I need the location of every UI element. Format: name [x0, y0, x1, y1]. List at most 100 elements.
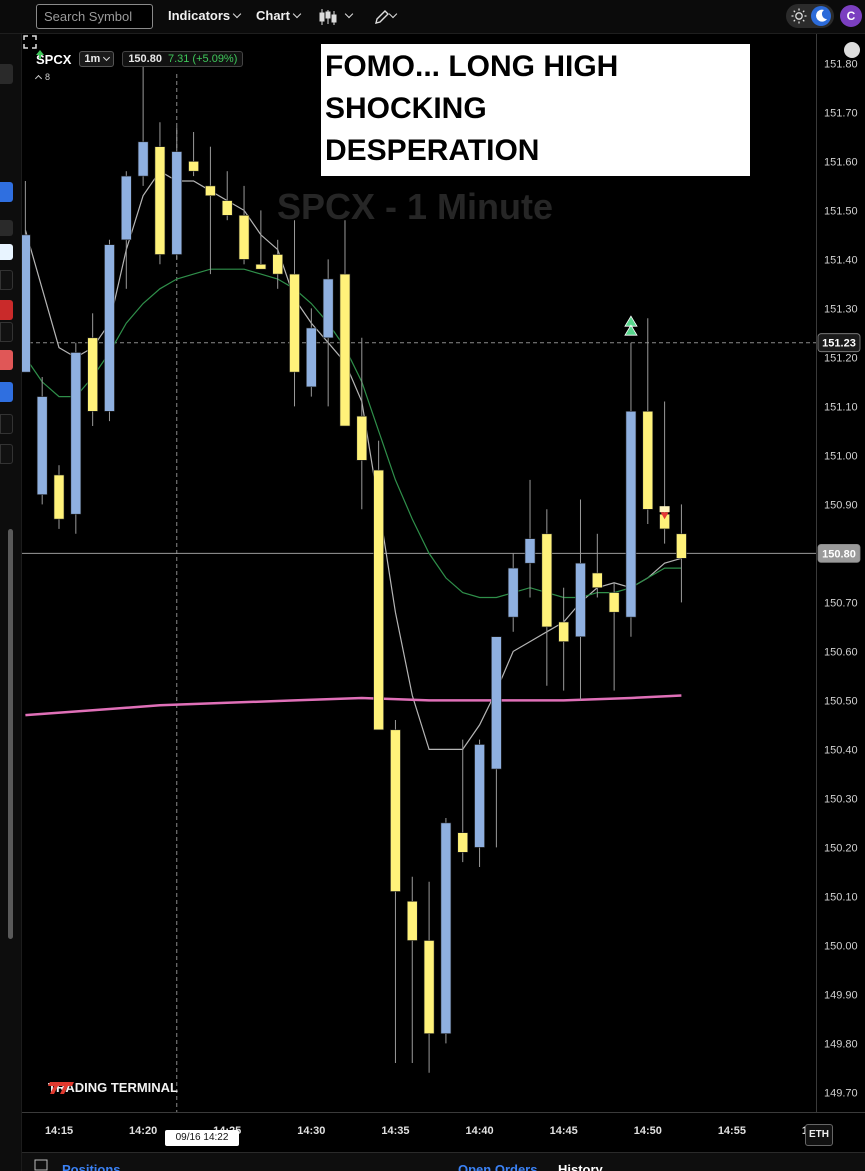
candle: [541, 509, 553, 686]
candle: [137, 63, 149, 186]
indicator-count: 8: [45, 72, 51, 82]
chevron-down-icon: [388, 9, 398, 19]
candle: [625, 342, 637, 637]
price-tick-label: 150.20: [824, 842, 858, 854]
candle: [474, 739, 485, 867]
price-tick-label: 150.30: [824, 793, 858, 805]
price-tick-label: 151.10: [824, 401, 858, 413]
candle: [205, 146, 216, 275]
candle-body: [120, 175, 132, 241]
search-symbol-input[interactable]: [36, 4, 153, 29]
candle: [440, 818, 452, 1044]
chevron-down-icon: [232, 9, 242, 19]
indicators-menu[interactable]: Indicators: [168, 8, 242, 23]
eth-toggle[interactable]: ETH: [805, 1124, 833, 1146]
price-tick-label: 149.90: [824, 989, 858, 1001]
candle-body: [457, 832, 469, 853]
sidebar-button-blue[interactable]: [0, 182, 13, 202]
expand-icon[interactable]: [22, 34, 38, 50]
price-tick-label: 151.20: [824, 352, 858, 364]
candle-body: [575, 562, 586, 638]
price-chart[interactable]: 149.70 149.80 149.90 150.00 150.10 150.20 150.…: [22, 34, 865, 1152]
price-tick-label: 151.80: [824, 58, 858, 70]
candle: [171, 127, 183, 260]
candle-body: [205, 185, 216, 196]
sidebar-button[interactable]: [0, 270, 13, 290]
price-tick-label: 149.70: [824, 1087, 858, 1099]
time-tick-label: 14:55: [718, 1125, 746, 1137]
candle-body: [676, 533, 687, 559]
sidebar-button-pink[interactable]: [0, 350, 13, 370]
chart-type-dropdown[interactable]: [342, 8, 354, 23]
sidebar-scrollbar[interactable]: [8, 529, 13, 939]
annotation-note: FOMO... LONG HIGH SHOCKING DESPERATION: [321, 44, 750, 176]
price-tick-label: 150.10: [824, 891, 858, 903]
candle: [608, 582, 620, 691]
tab-history[interactable]: History: [558, 1162, 603, 1171]
sidebar-button[interactable]: [0, 414, 13, 434]
price-tick-label: 151.40: [824, 254, 858, 266]
candle-body: [356, 415, 368, 461]
candle-body: [474, 744, 485, 848]
crosshair-time-label: 09/16 14:22: [165, 1130, 239, 1146]
price-badge: 150.80 7.31 (+5.09%): [36, 50, 244, 67]
price-tick-label: 150.40: [824, 744, 858, 756]
annotation-line: SHOCKING: [325, 92, 487, 125]
candle: [356, 337, 368, 510]
candle-body: [642, 410, 654, 510]
candlestick-icon[interactable]: [318, 7, 338, 27]
price-tick-label: 151.50: [824, 205, 858, 217]
candle-body: [272, 254, 283, 275]
candle-body: [87, 337, 98, 412]
candle-body: [188, 161, 199, 172]
candle-body: [373, 469, 384, 731]
theme-toggle[interactable]: [786, 4, 834, 28]
price-tick-label: 151.30: [824, 303, 858, 315]
target-icon[interactable]: [0, 382, 13, 402]
price-tick-label: 151.70: [824, 107, 858, 119]
price-tick-label: 150.60: [824, 646, 858, 658]
candle: [390, 720, 401, 1063]
tab-positions[interactable]: Positions: [62, 1162, 121, 1171]
long_ma-line: [25, 694, 682, 717]
candle-body: [491, 636, 502, 770]
fast_ma-line: [24, 170, 682, 750]
sidebar-badge[interactable]: [0, 244, 13, 260]
candle-body: [406, 900, 418, 941]
timeframe-select[interactable]: 1m: [79, 51, 115, 67]
sidebar-button[interactable]: [0, 444, 13, 464]
tab-open-orders[interactable]: Open Orders: [458, 1162, 537, 1171]
time-tick-label: 14:30: [297, 1125, 325, 1137]
candle: [104, 239, 115, 422]
sun-icon: [791, 8, 807, 24]
time-tick-label: 14:20: [129, 1125, 157, 1137]
price-change: 7.31 (+5.09%): [167, 53, 238, 65]
candle: [238, 185, 250, 265]
sidebar-button-red[interactable]: [0, 300, 13, 320]
last-price: 150.80: [128, 53, 162, 65]
candle: [306, 308, 317, 397]
brand-mark-icon: [48, 1082, 74, 1094]
candle-body: [137, 141, 149, 177]
candle: [322, 259, 334, 407]
avatar[interactable]: C: [840, 5, 862, 27]
buy-marker-icon: [624, 315, 638, 336]
chart-area[interactable]: SPCX - 1 Minute 149.70 149.80 149.90 150.00…: [22, 34, 865, 1152]
sidebar-button[interactable]: [0, 322, 13, 342]
axis-settings-icon[interactable]: [844, 42, 860, 58]
chart-label: Chart: [256, 8, 290, 23]
candle-body: [221, 200, 233, 216]
annotation-line: DESPERATION: [325, 134, 540, 167]
drawing-dropdown[interactable]: [386, 8, 398, 23]
chevron-down-icon: [103, 53, 111, 62]
panel-icon[interactable]: [34, 1159, 48, 1171]
sidebar-button[interactable]: [0, 64, 13, 84]
candle: [53, 465, 65, 529]
timeframe-value: 1m: [84, 53, 101, 65]
candle-body: [289, 273, 300, 373]
indicators-label: Indicators: [168, 8, 231, 23]
chart-menu[interactable]: Chart: [256, 8, 302, 23]
sidebar-button[interactable]: [0, 220, 13, 236]
candle: [36, 377, 48, 505]
indicator-toggle[interactable]: 8: [34, 72, 51, 83]
